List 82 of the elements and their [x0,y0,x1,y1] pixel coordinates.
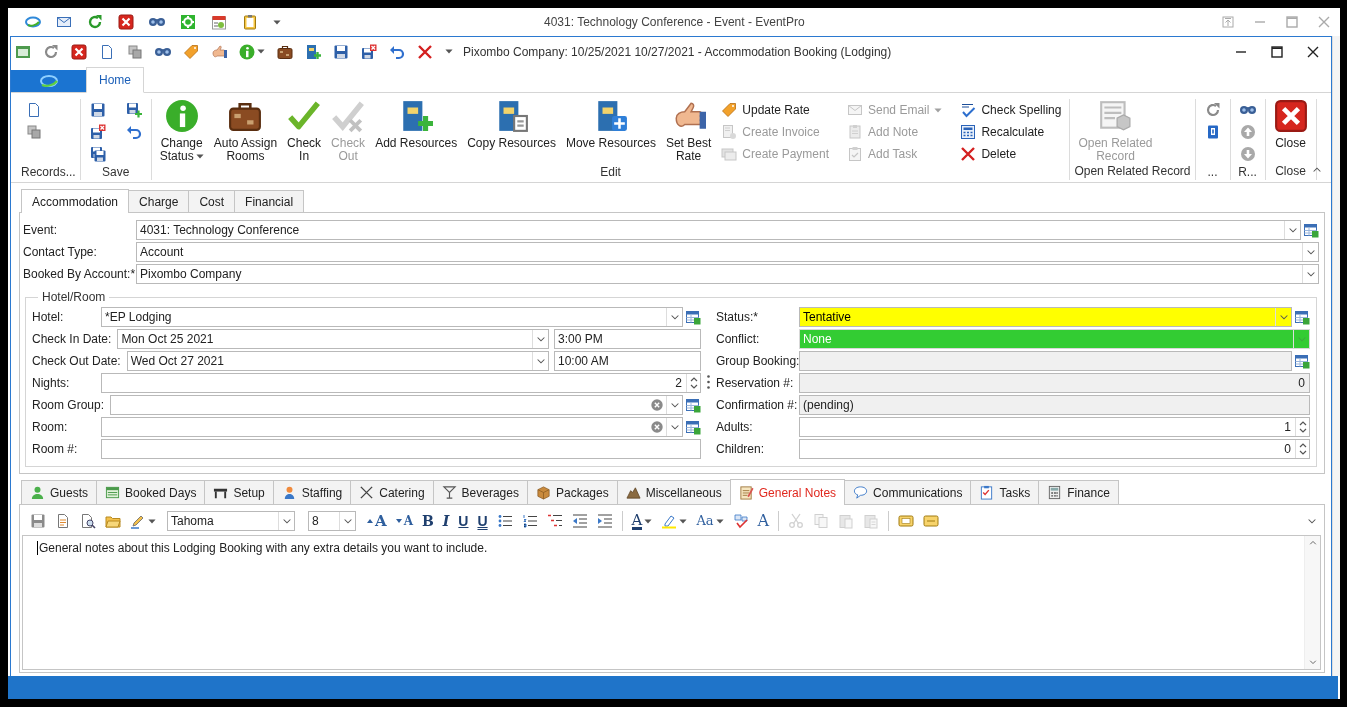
dropdown-field[interactable]: Account [136,242,1319,262]
field-label: Children: [716,442,766,456]
text-field[interactable]: (pending) [799,395,1310,415]
time-field[interactable]: 3:00 PM [554,329,701,349]
change-case-button[interactable]: Aa [693,510,727,532]
set-best-rate-button[interactable]: Set Best Rate [661,99,716,163]
date-field[interactable]: Wed Oct 27 2021 [126,351,549,371]
number-field[interactable]: 0 [799,373,1310,393]
italic-button[interactable]: I [439,510,453,532]
detail-tab[interactable]: Booked Days [96,480,206,504]
field-label: Contact Type: [23,245,98,259]
dropdown-field[interactable]: Pixombo Company [136,264,1319,284]
font-size-dropdown[interactable]: 8 [308,511,356,531]
update-rate-button[interactable]: Update Rate [717,99,833,121]
field-label: Adults: [716,420,754,434]
bold-button[interactable]: B [418,510,437,532]
notes-text: General notes about this Lodging Booking with any extra details you want to include. [37,541,488,555]
detail-tab[interactable]: Finance [1038,480,1119,504]
field-label: Check Out Date: [32,354,122,368]
ribbon-tab[interactable]: Home [86,67,144,93]
field-label: Group Booking: [716,354,799,368]
form-tab[interactable]: Cost [188,190,236,212]
group-label: ... [1207,165,1218,180]
font-button[interactable]: A [754,510,773,532]
dropdown-field[interactable]: Tentative [799,307,1292,327]
window-title: 4031: Technology Conference - Event - EventPro [544,15,806,29]
double-underline-button[interactable]: U [474,510,491,532]
detail-tab[interactable]: Beverages [432,480,528,504]
underline-button[interactable]: U [455,510,472,532]
copy-resources-button[interactable]: Copy Resources [463,99,560,150]
field-label: Booked By Account:* [23,267,136,281]
detail-tab[interactable]: General Notes [729,479,846,505]
detail-tab[interactable]: Guests [21,480,97,504]
auto-assign-rooms-button[interactable]: Auto Assign Rooms [209,99,282,163]
field-label: Confirmation #: [716,398,799,412]
field-label: Room: [32,420,69,434]
number-spinner[interactable]: 2 [101,373,701,393]
group-label: Records... [21,165,76,180]
font-grow-button[interactable]: A [364,510,390,532]
font-shrink-button[interactable]: A [392,510,416,532]
number-spinner[interactable]: 0 [799,439,1310,459]
form-tab[interactable]: Charge [128,190,190,212]
dropdown-field[interactable]: *EP Lodging [101,307,683,327]
field-label: Room #: [32,442,79,456]
change-status-button[interactable]: Change Status [155,99,208,163]
font-color-button[interactable]: A [628,510,656,532]
close-button[interactable]: Close [1269,99,1312,150]
delete-button[interactable]: Delete [956,143,1066,165]
move-resources-button[interactable]: Move Resources [561,99,660,150]
field-label: Check In Date: [32,332,113,346]
field-label: Conflict: [716,332,761,346]
recalculate-button[interactable]: Recalculate [956,121,1066,143]
group-title: Hotel/Room [41,290,107,304]
add-resources-button[interactable]: Add Resources [371,99,462,150]
detail-tab[interactable]: Tasks [970,480,1040,504]
date-field[interactable]: Mon Oct 25 2021 [117,329,549,349]
field-label: Event: [23,223,59,237]
detail-tab[interactable]: Catering [350,480,434,504]
group-label: Save [102,165,130,180]
group-label: Edit [600,165,621,180]
check-in-button[interactable]: Check In [283,99,326,163]
group-label: Open Related Record [1074,164,1191,180]
number-spinner[interactable]: 1 [799,417,1310,437]
detail-tab[interactable]: Communications [844,480,972,504]
font-name-dropdown[interactable]: Tahoma [167,511,295,531]
field-label: Room Group: [32,398,106,412]
detail-tab[interactable]: Staffing [272,480,352,504]
form-tab[interactable]: Accommodation [21,189,130,213]
field-label: Hotel: [32,310,65,324]
detail-tab[interactable]: Miscellaneous [616,480,731,504]
group-label: R... [1238,165,1257,180]
detail-tab[interactable]: Packages [526,480,618,504]
field-label: Status:* [716,310,760,324]
time-field[interactable]: 10:00 AM [554,351,701,371]
check-spelling-button[interactable]: Check Spelling [956,99,1066,121]
group-label: Close [1275,164,1306,180]
field-label: Nights: [32,376,71,390]
detail-tab[interactable]: Setup [204,480,274,504]
dropdown-field[interactable]: 4031: Technology Conference [136,220,1301,240]
field-label: Reservation #: [716,376,795,390]
document-title: Pixombo Company: 10/25/2021 10/27/2021 - Accommodation Booking (Lodging) [463,44,893,59]
form-tab[interactable]: Financial [234,190,305,212]
